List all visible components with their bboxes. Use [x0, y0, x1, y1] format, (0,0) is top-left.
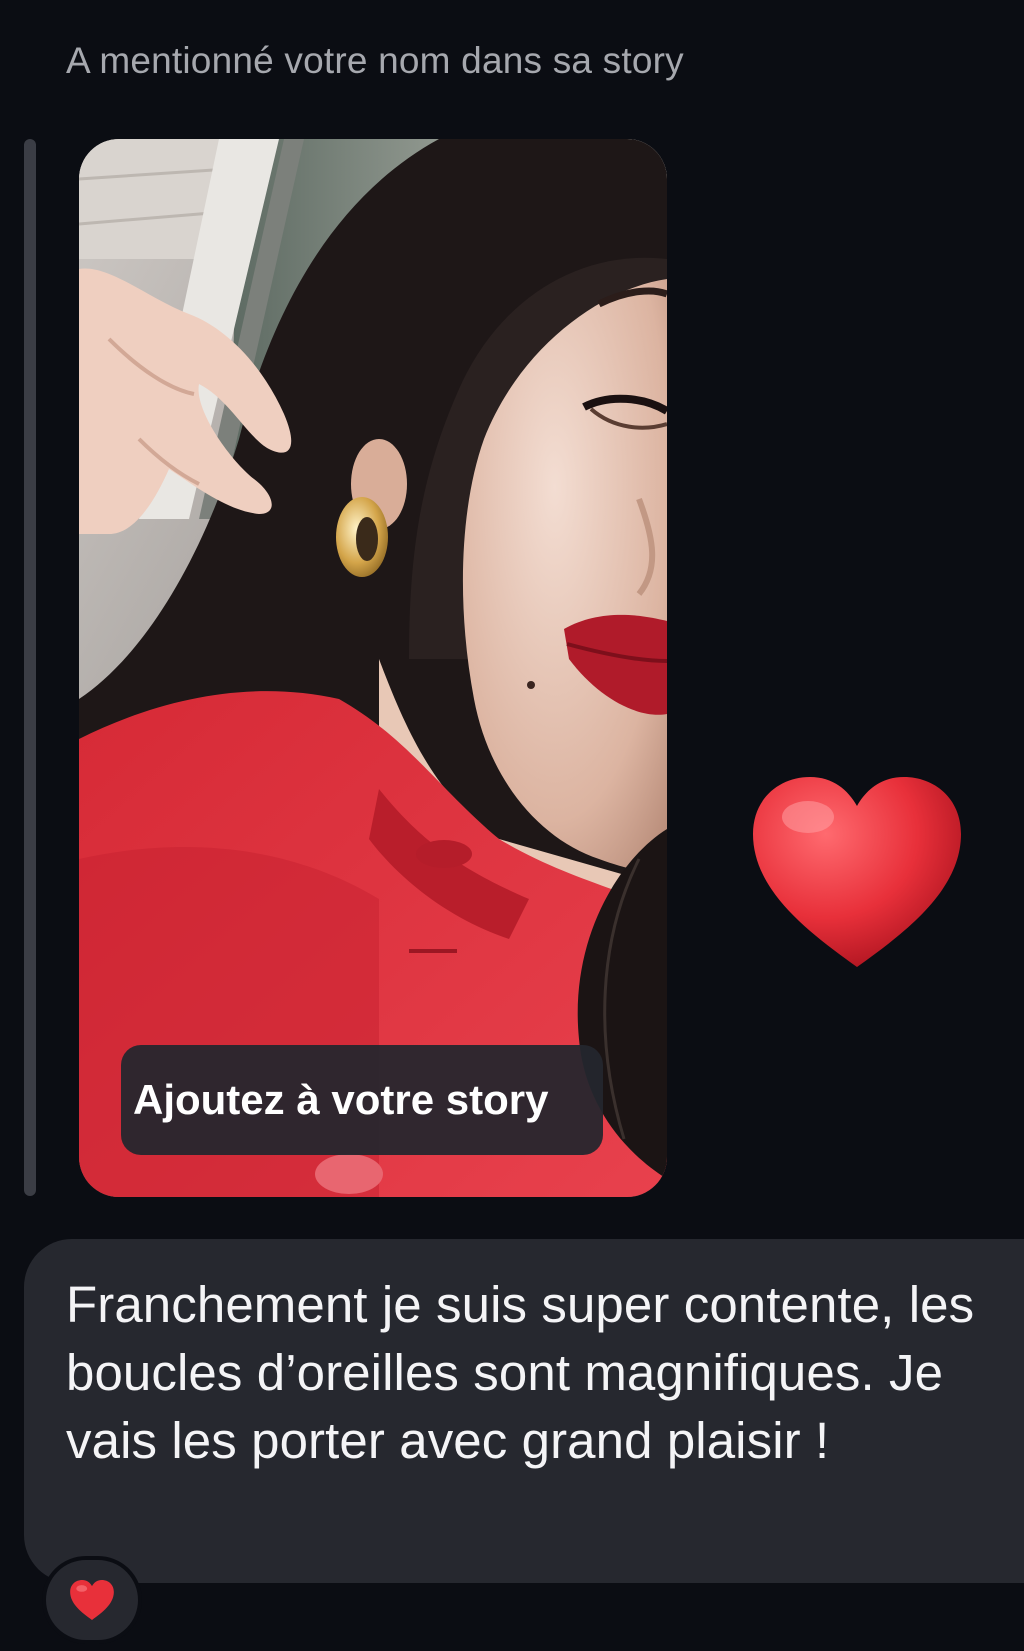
message-text: Franchement je suis super contente, les …: [66, 1276, 975, 1469]
story-preview[interactable]: Ajoutez à votre story: [79, 139, 667, 1197]
reaction-badge[interactable]: [42, 1556, 142, 1644]
message-bubble[interactable]: Franchement je suis super contente, les …: [24, 1239, 1024, 1583]
dm-thread: A mentionné votre nom dans sa story Ajou…: [0, 0, 1024, 1651]
heart-icon: [753, 777, 961, 967]
story-photo: [79, 139, 667, 1197]
heart-icon: [70, 1580, 114, 1620]
story-mention-header: A mentionné votre nom dans sa story: [66, 40, 684, 81]
reply-indicator-bar: [24, 139, 36, 1196]
add-to-story-button[interactable]: Ajoutez à votre story: [121, 1045, 603, 1155]
